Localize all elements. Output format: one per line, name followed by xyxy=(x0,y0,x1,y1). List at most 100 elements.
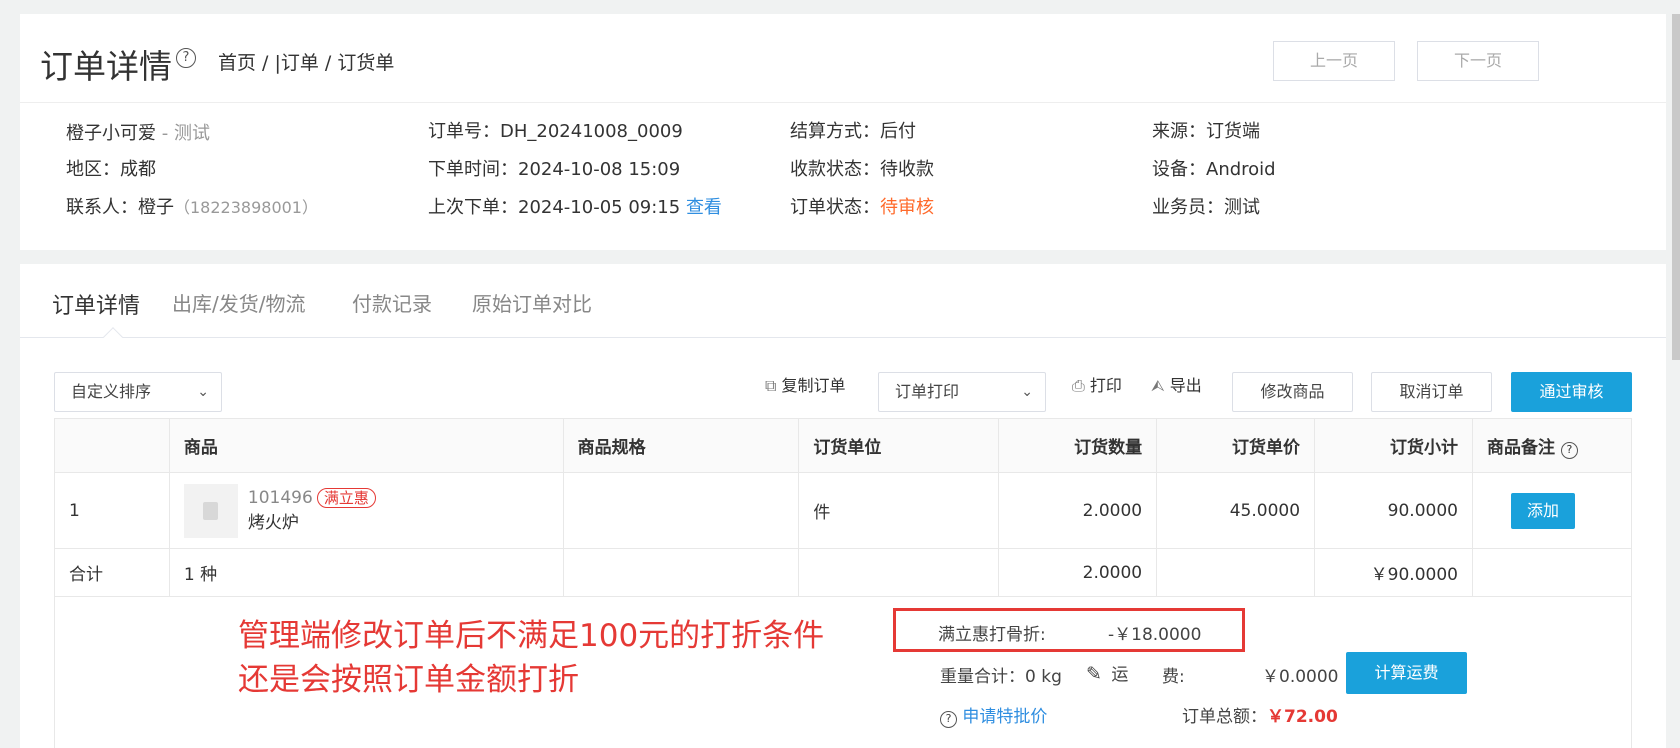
goods-cell: 101496 满立惠 烤火炉 xyxy=(168,472,564,549)
export-button[interactable]: ⮙ 导出 xyxy=(1151,372,1202,396)
order-status: 订单状态：待审核 xyxy=(790,193,934,219)
copy-icon: ⧉ xyxy=(765,376,777,395)
unit-cell: 件 xyxy=(798,472,1000,549)
total-unit-empty xyxy=(798,548,1000,597)
col-goods: 商品 xyxy=(168,418,564,473)
col-unit: 订货单位 xyxy=(798,418,1000,473)
help-icon[interactable]: ? xyxy=(1560,441,1578,459)
last-order: 上次下单：2024-10-05 09:15 查看 xyxy=(428,193,722,219)
customer-name: 橙子小可爱 - 测试 xyxy=(66,119,210,145)
order-device: 设备：Android xyxy=(1152,159,1276,180)
order-source: 来源：订货端 xyxy=(1152,121,1260,142)
annotation-line-2: 还是会按照订单金额打折 xyxy=(238,662,579,698)
payment-status: 收款状态：待收款 xyxy=(790,159,934,180)
customer-tag: 测试 xyxy=(173,123,210,144)
order-info-panel: 橙子小可爱 - 测试 地区：成都 联系人：橙子（18223898001） 订单号… xyxy=(20,102,1666,250)
special-price-link[interactable]: ? 申请特批价 xyxy=(940,702,1047,728)
edit-icon: ✎ xyxy=(1086,663,1102,685)
table-row: 1 101496 满立惠 烤火炉 件 2.0000 45.0000 90.0000 xyxy=(54,472,1633,549)
help-icon[interactable]: ? xyxy=(176,48,196,68)
promo-badge: 满立惠 xyxy=(316,488,376,508)
goods-table: 商品 商品规格 订货单位 订货数量 订货单价 订货小计 商品备注 ? 1 101… xyxy=(54,418,1633,597)
approve-button[interactable]: 通过审核 xyxy=(1511,372,1632,412)
total-spec-empty xyxy=(562,548,800,597)
prev-page-button[interactable]: 上一页 xyxy=(1273,41,1395,81)
cancel-order-button[interactable]: 取消订单 xyxy=(1371,372,1492,412)
print-label: 打印 xyxy=(1089,376,1122,395)
row-index: 1 xyxy=(54,472,170,549)
order-total-label: 订单总额： xyxy=(1182,707,1267,727)
settlement-method: 结算方式：后付 xyxy=(790,121,916,142)
breadcrumb[interactable]: 首页 / |订单 / 订货单 xyxy=(218,48,394,75)
order-status-value: 待审核 xyxy=(880,197,934,218)
table-total-row: 合计 1 种 2.0000 ￥90.0000 xyxy=(54,548,1633,597)
freight-label-b: 费: xyxy=(1162,667,1185,687)
print-button[interactable]: ⎙ 打印 xyxy=(1072,372,1122,396)
question-circle-icon: ? xyxy=(940,711,957,728)
col-qty: 订货数量 xyxy=(998,418,1158,473)
product-code: 101496 xyxy=(247,488,313,508)
total-subtotal: ￥90.0000 xyxy=(1314,548,1473,597)
weight-total: 重量合计：0 kg xyxy=(940,667,1062,687)
vertical-scrollbar[interactable] xyxy=(1672,14,1680,360)
chevron-down-icon: ⌄ xyxy=(1021,384,1033,400)
page-header: 订单详情 ? 首页 / |订单 / 订货单 上一页 下一页 xyxy=(20,14,1666,102)
sort-select[interactable]: 自定义排序 ⌄ xyxy=(54,372,222,412)
freight-value: ￥0.0000 xyxy=(1262,667,1339,687)
tab-order-detail[interactable]: 订单详情 xyxy=(52,288,140,320)
tab-original-order-compare[interactable]: 原始订单对比 xyxy=(472,288,592,317)
product-image[interactable] xyxy=(183,483,238,538)
discount-label: 满立惠打骨折: xyxy=(938,625,1046,645)
discount-value: -￥18.0000 xyxy=(1108,625,1202,645)
total-qty: 2.0000 xyxy=(998,548,1158,597)
total-kinds: 1 种 xyxy=(168,548,564,597)
add-note-button[interactable]: 添加 xyxy=(1510,492,1575,529)
printer-icon: ⎙ xyxy=(1072,376,1085,395)
copy-order-label: 复制订单 xyxy=(781,376,846,395)
edit-goods-button[interactable]: 修改商品 xyxy=(1232,372,1353,412)
next-page-button[interactable]: 下一页 xyxy=(1417,41,1539,81)
qty-cell: 2.0000 xyxy=(998,472,1158,549)
customer-separator: - xyxy=(156,123,174,144)
col-note: 商品备注 ? xyxy=(1471,418,1633,473)
calc-freight-button[interactable]: 计算运费 xyxy=(1346,652,1467,694)
order-total-currency: ￥ xyxy=(1267,707,1284,727)
col-price: 订货单价 xyxy=(1156,418,1316,473)
spec-cell xyxy=(562,472,800,549)
customer-name-text: 橙子小可爱 xyxy=(66,123,156,144)
chevron-down-icon: ⌄ xyxy=(197,384,209,400)
edit-freight[interactable]: ✎ 运 xyxy=(1086,660,1128,685)
freight-label-a: 运 xyxy=(1111,665,1129,685)
product-name: 烤火炉 xyxy=(247,513,299,533)
export-label: 导出 xyxy=(1169,376,1202,395)
annotation-line-1: 管理端修改订单后不满足100元的打折条件 xyxy=(238,618,825,654)
subtotal-cell: 90.0000 xyxy=(1314,472,1473,549)
special-price-label: 申请特批价 xyxy=(962,707,1048,727)
col-note-label: 商品备注 xyxy=(1486,437,1555,458)
total-note-empty xyxy=(1471,548,1633,597)
total-label: 合计 xyxy=(54,548,170,597)
contact: 联系人：橙子（18223898001） xyxy=(66,193,318,219)
col-index xyxy=(54,418,170,473)
upload-icon: ⮙ xyxy=(1151,376,1165,395)
table-header-row: 商品 商品规格 订货单位 订货数量 订货单价 订货小计 商品备注 ? xyxy=(54,418,1633,473)
print-template-value: 订单打印 xyxy=(895,382,960,401)
tab-shipping-logistics[interactable]: 出库/发货/物流 xyxy=(172,288,305,317)
annotation-text: 管理端修改订单后不满足100元的打折条件 还是会按照订单金额打折 xyxy=(238,614,824,702)
view-last-order-link[interactable]: 查看 xyxy=(686,197,722,218)
order-total: 订单总额：￥72.00 xyxy=(1182,702,1338,727)
price-cell: 45.0000 xyxy=(1156,472,1316,549)
print-template-select[interactable]: 订单打印 ⌄ xyxy=(878,372,1046,412)
copy-order-button[interactable]: ⧉ 复制订单 xyxy=(765,372,846,396)
note-cell: 添加 xyxy=(1471,472,1633,549)
col-spec: 商品规格 xyxy=(562,418,800,473)
col-subtotal: 订货小计 xyxy=(1314,418,1473,473)
order-total-value: 72.00 xyxy=(1284,707,1338,727)
order-number: 订单号：DH_20241008_0009 xyxy=(428,121,683,142)
contact-phone: （18223898001） xyxy=(174,198,318,217)
salesman: 业务员：测试 xyxy=(1152,197,1260,218)
tab-payment-records[interactable]: 付款记录 xyxy=(352,288,432,317)
region: 地区：成都 xyxy=(66,159,156,180)
tab-bar: 订单详情 出库/发货/物流 付款记录 原始订单对比 xyxy=(20,264,1666,347)
contact-name: 联系人：橙子 xyxy=(66,197,174,218)
